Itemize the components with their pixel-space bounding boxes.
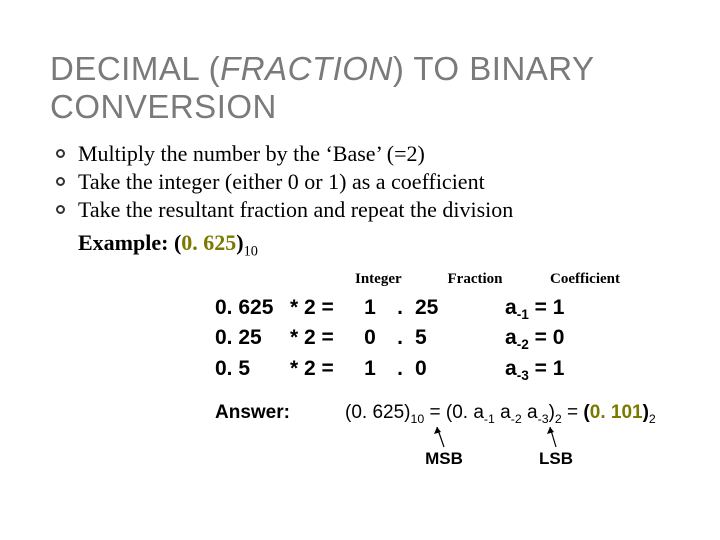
answer-row: Answer: (0. 625)10 = (0. a-1 a-2 a-3)2 =… [215,402,670,426]
title-part2: ) TO BINARY [393,50,595,87]
cell-op: * 2 = [290,355,355,383]
ans-s1: -1 [484,411,495,425]
coef-eq: = 1 [529,357,565,380]
table-rows: 0. 625 * 2 = 1 . 25 a-1 = 1 0. 25 * 2 = … [215,294,670,386]
answer-label: Answer: [215,402,345,424]
cell-fraction: 25 [415,294,470,322]
ans-res-val: 0. 101 [590,402,643,423]
ans-s2: -2 [511,411,522,425]
cell-number: 0. 625 [215,294,290,322]
coef-eq: = 1 [529,296,565,319]
ans-p4: a [522,402,538,423]
example-label: Example: ( [78,230,181,255]
table-row: 0. 625 * 2 = 1 . 25 a-1 = 1 [215,294,670,325]
example-close: ) [236,230,243,255]
header-coefficient: Coefficient [530,271,640,288]
title-italic: FRACTION [220,50,393,87]
cell-number: 0. 5 [215,355,290,383]
slide-title: DECIMAL (FRACTION) TO BINARY CONVERSION [50,50,670,126]
example-base: 10 [244,244,258,260]
slide: DECIMAL (FRACTION) TO BINARY CONVERSION … [0,0,720,485]
table-row: 0. 25 * 2 = 0 . 5 a-2 = 0 [215,324,670,355]
cell-coefficient: a-3 = 1 [505,355,625,386]
pointer-row: MSB LSB [215,425,670,485]
cell-dot: . [385,355,415,383]
cell-op: * 2 = [290,324,355,352]
ans-b1: 10 [410,411,424,425]
conversion-table: Integer Fraction Coefficient 0. 625 * 2 … [215,271,670,426]
bullet-list: Multiply the number by the ‘Base’ (=2) T… [50,140,670,224]
example-line: Example: (0. 625)10 [78,230,670,260]
bullet-item: Take the integer (either 0 or 1) as a co… [56,168,670,196]
header-integer: Integer [355,271,430,288]
header-fraction: Fraction [430,271,520,288]
msb-label: MSB [425,449,463,468]
arrow-up-icon [546,425,566,449]
coef-a: a [505,357,517,380]
cell-fraction: 0 [415,355,470,383]
cell-integer: 0 [355,324,385,352]
bullet-item: Take the resultant fraction and repeat t… [56,196,670,224]
msb-pointer: MSB [419,425,469,469]
bullet-item: Multiply the number by the ‘Base’ (=2) [56,140,670,168]
ans-p1: (0. 625) [345,402,410,423]
lsb-label: LSB [539,449,573,468]
cell-dot: . [385,294,415,322]
ans-p6: = [562,402,584,423]
cell-op: * 2 = [290,294,355,322]
cell-number: 0. 25 [215,324,290,352]
ans-s3: -3 [538,411,549,425]
coef-eq: = 0 [529,326,565,349]
table-row: 0. 5 * 2 = 1 . 0 a-3 = 1 [215,355,670,386]
title-line2: CONVERSION [50,88,277,125]
coef-sub: -2 [517,338,529,353]
ans-p3: a [495,402,511,423]
cell-integer: 1 [355,355,385,383]
cell-dot: . [385,324,415,352]
cell-integer: 1 [355,294,385,322]
cell-fraction: 5 [415,324,470,352]
coef-sub: -1 [517,307,529,322]
lsb-pointer: LSB [531,425,581,469]
arrow-up-icon [434,425,454,449]
table-headers: Integer Fraction Coefficient [215,271,670,288]
ans-res-base: 2 [649,411,656,425]
coef-a: a [505,326,517,349]
ans-p2: = (0. a [424,402,484,423]
example-value: 0. 625 [181,230,236,255]
cell-coefficient: a-2 = 0 [505,324,625,355]
coef-a: a [505,296,517,319]
answer-expression: (0. 625)10 = (0. a-1 a-2 a-3)2 = (0. 101… [345,402,656,426]
title-part1: DECIMAL ( [50,50,220,87]
ans-b2: 2 [555,411,562,425]
coef-sub: -3 [517,368,529,383]
cell-coefficient: a-1 = 1 [505,294,625,325]
